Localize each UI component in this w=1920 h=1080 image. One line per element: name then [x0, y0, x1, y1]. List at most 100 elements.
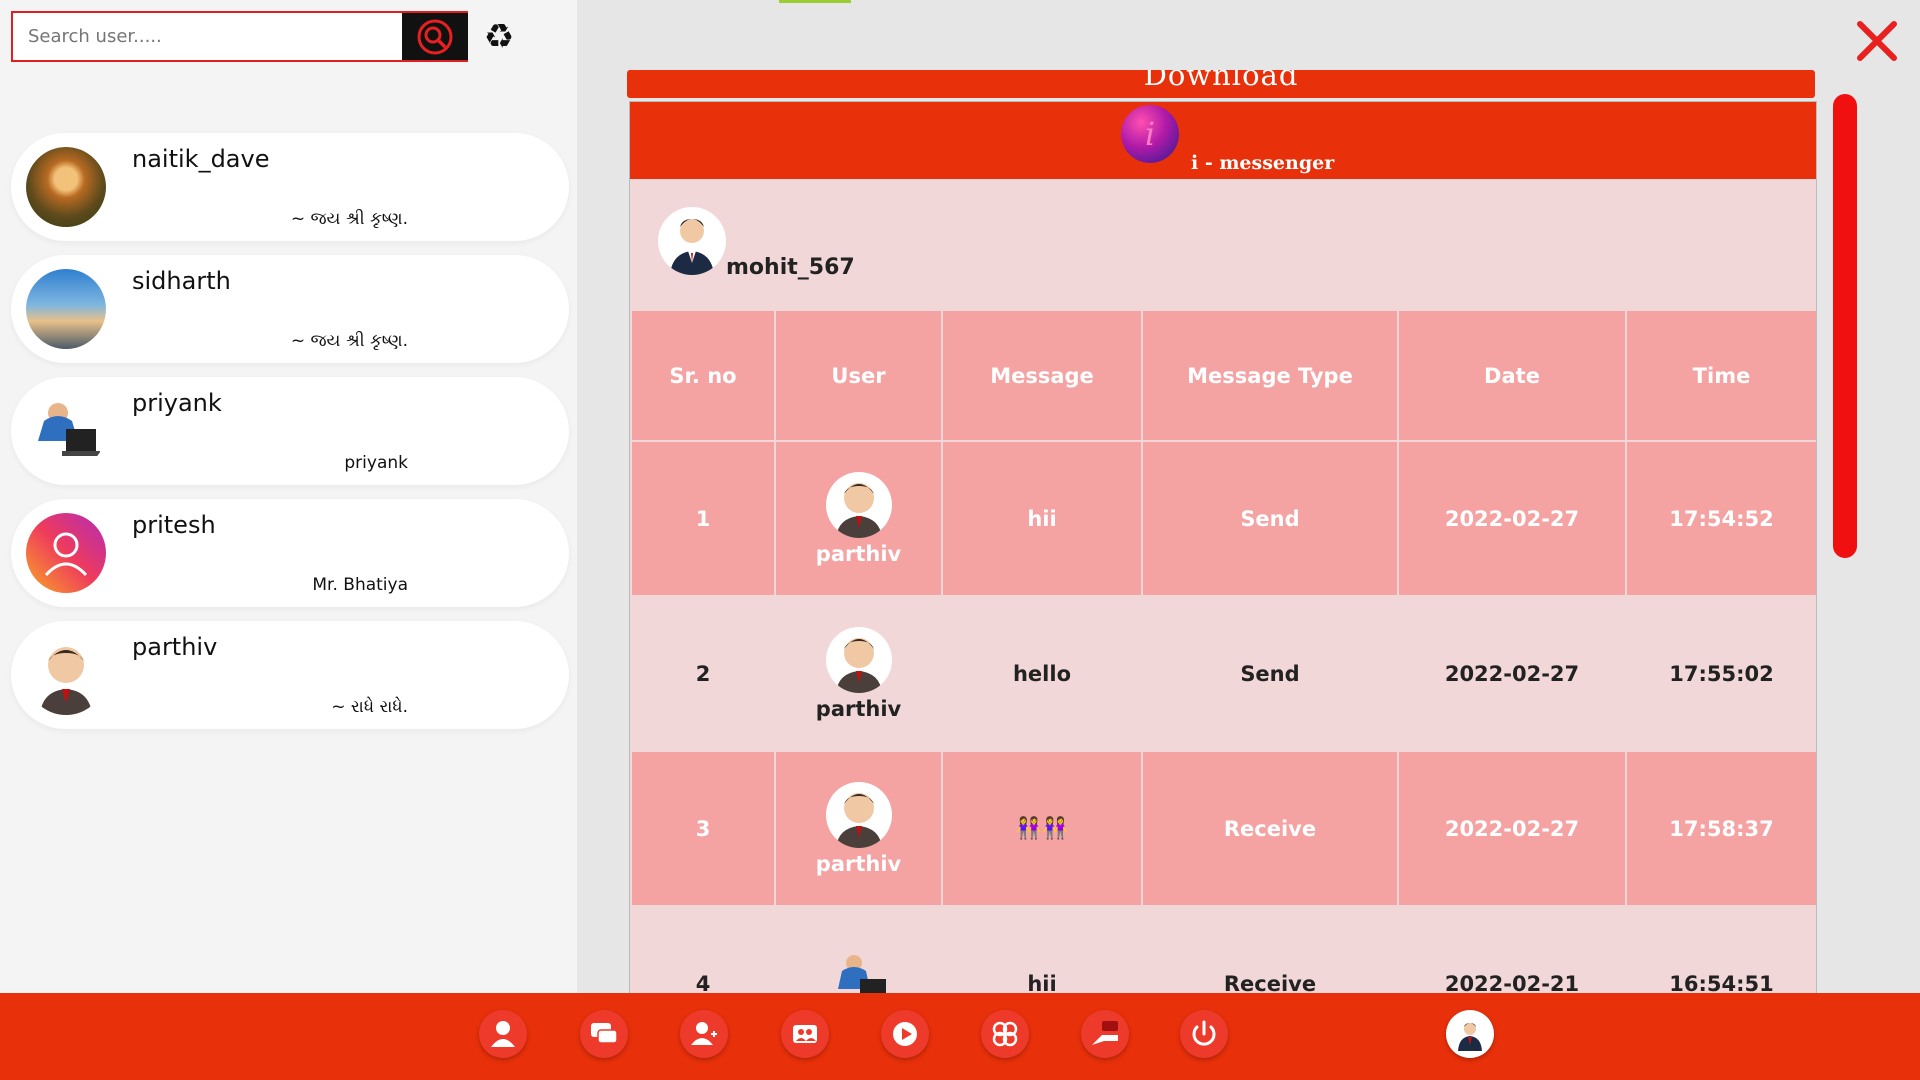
- contact-item[interactable]: parthiv ~ રાધે રાધે.: [11, 621, 569, 729]
- message-cell: hii: [941, 905, 1143, 994]
- date-cell: 2022-02-27: [1397, 440, 1627, 597]
- contact-status: ~ રાધે રાધે.: [331, 697, 408, 717]
- type-cell: Send: [1141, 440, 1399, 597]
- download-label: Download: [1143, 70, 1299, 92]
- type-cell: Receive: [1141, 905, 1399, 994]
- sr-cell: 1: [630, 440, 776, 597]
- contact-name: naitik_dave: [132, 145, 270, 173]
- table-row: 2 parthiv hello Send 2022-02-27 17:55:02: [630, 595, 1816, 752]
- avatar: [26, 147, 106, 227]
- contact-name: parthiv: [132, 633, 218, 661]
- history-table: Sr. no User Message Message Type Date Ti…: [630, 309, 1816, 994]
- contact-status: Mr. Bhatiya: [312, 575, 408, 595]
- column-header: User: [774, 309, 943, 442]
- user-avatar: [825, 626, 892, 693]
- column-header: Message: [941, 309, 1143, 442]
- group-button[interactable]: [781, 1010, 829, 1058]
- time-cell: 17:58:37: [1625, 750, 1816, 907]
- user-avatar-icon: [1458, 1023, 1482, 1051]
- feedback-icon: [1092, 1021, 1118, 1045]
- column-header: Sr. no: [630, 309, 776, 442]
- chat-history-document: i i - messenger mohit_567 Sr. no User Me…: [629, 101, 1817, 995]
- sr-cell: 2: [630, 595, 776, 752]
- column-header: Time: [1625, 309, 1816, 442]
- recycle-icon: ♻: [483, 17, 515, 57]
- media-button[interactable]: [881, 1010, 929, 1058]
- media-icon: [893, 1022, 917, 1046]
- avatar: [26, 513, 106, 593]
- search-icon: [417, 19, 453, 54]
- refresh-button[interactable]: ♻: [479, 17, 519, 57]
- sidebar: ♻ naitik_dave ~ જય શ્રી કૃષ્ણ. sidharth …: [0, 0, 577, 993]
- current-user-avatar[interactable]: [1446, 1010, 1494, 1058]
- download-button[interactable]: Download: [627, 70, 1815, 98]
- avatar: [26, 635, 106, 715]
- profile-button[interactable]: [479, 1010, 527, 1058]
- message-cell: 👭👭: [941, 750, 1143, 907]
- contact-name: pritesh: [132, 511, 216, 539]
- contact-item[interactable]: priyank priyank: [11, 377, 569, 485]
- app-title: i - messenger: [1191, 152, 1335, 174]
- contact-status: ~ જય શ્રી કૃષ્ણ.: [290, 331, 408, 351]
- add-user-icon: [691, 1022, 717, 1045]
- user-avatar: [825, 781, 892, 848]
- table-row: 4 hii Receive 2022-02-21 16:54:51: [630, 905, 1816, 994]
- owner-avatar: [658, 207, 726, 275]
- column-header: Date: [1397, 309, 1627, 442]
- group-icon: [793, 1025, 817, 1043]
- bottom-taskbar: [0, 993, 1920, 1080]
- logo-letter: i: [1144, 115, 1156, 153]
- contact-item[interactable]: naitik_dave ~ જય શ્રી કૃષ્ણ.: [11, 133, 569, 241]
- contact-item[interactable]: pritesh Mr. Bhatiya: [11, 499, 569, 607]
- owner-name: mohit_567: [726, 255, 855, 280]
- table-header-row: Sr. no User Message Message Type Date Ti…: [630, 309, 1816, 442]
- contact-name: priyank: [132, 389, 222, 417]
- type-cell: Receive: [1141, 750, 1399, 907]
- time-cell: 17:55:02: [1625, 595, 1816, 752]
- user-name: parthiv: [815, 541, 902, 566]
- user-name: parthiv: [815, 696, 902, 721]
- sr-cell: 4: [630, 905, 776, 994]
- user-cell: parthiv: [774, 440, 943, 597]
- message-cell: hello: [941, 595, 1143, 752]
- document-header: i i - messenger: [630, 102, 1816, 179]
- table-row: 3 parthiv 👭👭 Receive 2022-02-27 17:58:37: [630, 750, 1816, 907]
- user-avatar: [826, 949, 892, 994]
- sr-cell: 3: [630, 750, 776, 907]
- scrollbar[interactable]: [1833, 94, 1857, 558]
- type-cell: Send: [1141, 595, 1399, 752]
- user-name: parthiv: [815, 851, 902, 876]
- avatar: [26, 269, 106, 349]
- logout-button[interactable]: [1180, 1010, 1228, 1058]
- contact-status: priyank: [344, 453, 408, 473]
- search-button[interactable]: [402, 13, 468, 60]
- settings-icon: [992, 1021, 1018, 1047]
- app-logo: i: [1121, 105, 1179, 163]
- contact-status: ~ જય શ્રી કૃષ્ણ.: [290, 209, 408, 229]
- user-cell: [774, 905, 943, 994]
- table-row: 1 parthiv hii Send 2022-02-27 17:54:52: [630, 440, 1816, 597]
- search-input[interactable]: [13, 13, 401, 60]
- feedback-button[interactable]: [1081, 1010, 1129, 1058]
- avatar: [26, 391, 106, 471]
- close-icon[interactable]: [1852, 16, 1902, 66]
- time-cell: 16:54:51: [1625, 905, 1816, 994]
- date-cell: 2022-02-27: [1397, 595, 1627, 752]
- active-tab-indicator: [779, 0, 851, 3]
- add-user-button[interactable]: [680, 1010, 728, 1058]
- date-cell: 2022-02-21: [1397, 905, 1627, 994]
- search-box: [11, 11, 468, 62]
- contact-item[interactable]: sidharth ~ જય શ્રી કૃષ્ણ.: [11, 255, 569, 363]
- message-cell: hii: [941, 440, 1143, 597]
- contact-name: sidharth: [132, 267, 231, 295]
- user-cell: parthiv: [774, 595, 943, 752]
- user-avatar: [825, 471, 892, 538]
- power-icon: [1192, 1020, 1216, 1046]
- time-cell: 17:54:52: [1625, 440, 1816, 597]
- user-cell: parthiv: [774, 750, 943, 907]
- chat-icon: [591, 1023, 618, 1044]
- chat-button[interactable]: [580, 1010, 628, 1058]
- column-header: Message Type: [1141, 309, 1399, 442]
- settings-button[interactable]: [981, 1010, 1029, 1058]
- date-cell: 2022-02-27: [1397, 750, 1627, 907]
